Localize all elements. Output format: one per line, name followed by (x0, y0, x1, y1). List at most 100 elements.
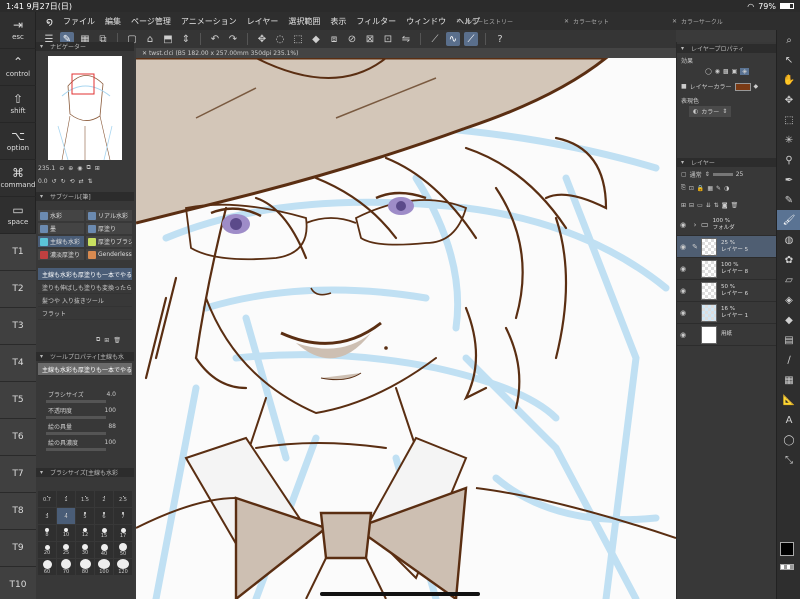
fit-icon[interactable]: ◉ (77, 165, 82, 172)
brush-size-option[interactable]: 40 (95, 542, 113, 558)
new-folder-icon[interactable]: ▭ (697, 202, 703, 209)
brush-size-option[interactable]: 2 (95, 491, 113, 507)
ruler-tool-icon[interactable]: 📐 (777, 390, 800, 410)
list-item[interactable]: 塗りも伸ばしも塗りも変換ったら (38, 281, 132, 294)
brush-size-option[interactable]: 2.5 (114, 491, 132, 507)
layer-row-6[interactable]: ◉ 50 % レイヤー 6 (677, 280, 777, 302)
subtool-header[interactable]: サブツール[筆] (36, 192, 134, 201)
paint-amount-row[interactable]: 絵の具量 88 (38, 420, 132, 432)
brush-size-option[interactable]: 25 (57, 542, 75, 558)
undo-icon[interactable]: ↶ (208, 32, 222, 46)
lasso-icon[interactable]: ◌ (273, 32, 287, 46)
brush-size-option[interactable]: 80 (76, 559, 94, 575)
t8-key[interactable]: T8 (0, 493, 36, 530)
text-tool-icon[interactable]: A (777, 410, 800, 430)
brush-size-option[interactable]: 0.7 (38, 491, 56, 507)
fill-icon[interactable]: ◆ (309, 32, 323, 46)
pen-tool-icon[interactable]: ✒ (777, 170, 800, 190)
brush-size-option[interactable]: 1.5 (76, 491, 94, 507)
reset-view-icon[interactable]: ⧉ (87, 164, 91, 172)
paint-density-slider[interactable] (46, 448, 106, 451)
t7-key[interactable]: T7 (0, 456, 36, 493)
paint-amount-value[interactable]: 88 (108, 423, 132, 430)
brush-size-option[interactable]: 60 (38, 559, 56, 575)
t5-key[interactable]: T5 (0, 382, 36, 419)
subtool-main-line[interactable]: 主線も水彩 (38, 236, 84, 247)
list-item[interactable]: 髪つや 入り抜きツール (38, 294, 132, 307)
crop-icon[interactable]: ⊡ (381, 32, 395, 46)
close-icon[interactable]: ✕ (564, 18, 569, 25)
app-logo-icon[interactable]: ໑ (46, 15, 53, 28)
close-icon[interactable]: ✕ (672, 18, 677, 25)
invert-selection-icon[interactable]: ⊠ (363, 32, 377, 46)
effect-dot-icon[interactable]: ◉ (715, 68, 720, 75)
fill-bucket-icon[interactable]: ◆ (754, 83, 759, 90)
esc-key[interactable]: ⇥ esc (0, 12, 36, 49)
blend-tool-icon[interactable]: ◈ (777, 290, 800, 310)
layer-trash-icon[interactable]: 🗑 (731, 202, 739, 209)
eye-icon[interactable]: ◉ (677, 331, 689, 339)
brush-size-option[interactable]: 10 (57, 525, 75, 541)
blend-mode-select[interactable]: 通常 (690, 170, 702, 179)
decoration-tool-icon[interactable]: ✿ (777, 250, 800, 270)
operation-tool-icon[interactable]: ↖ (777, 50, 800, 70)
close-icon[interactable]: ✕ (142, 50, 147, 57)
transparent-color-swatch[interactable] (780, 564, 794, 570)
effect-border-icon[interactable]: ▣ (732, 68, 738, 75)
fill-tool-icon[interactable]: ◆ (777, 310, 800, 330)
menu-filter[interactable]: フィルター (356, 16, 396, 27)
drawing-canvas[interactable] (136, 58, 676, 599)
menu-animation[interactable]: アニメーション (181, 16, 237, 27)
paint-density-row[interactable]: 絵の具濃度 100 (38, 436, 132, 448)
brush-size-option[interactable]: 15 (95, 525, 113, 541)
transform-icon[interactable]: ⧈ (327, 32, 341, 46)
tab-color-set[interactable]: カラーセット (573, 17, 609, 26)
expression-color-select[interactable]: ◐ カラー ⇕ (689, 106, 732, 117)
brush-size-option[interactable]: 8 (38, 525, 56, 541)
stroke-taper-icon[interactable]: ⟋ (464, 32, 478, 46)
new-vector-layer-icon[interactable]: ⊟ (689, 202, 694, 209)
tab-color-circle[interactable]: カラーサークル (681, 17, 723, 26)
space-key[interactable]: ▭ space (0, 197, 36, 234)
subtool-ink[interactable]: 墨 (38, 223, 84, 234)
tool-property-header[interactable]: ツールプロパティ[主線も水 (36, 352, 134, 361)
save-icon[interactable]: ⬒ (161, 32, 175, 46)
subtool-thick-paint[interactable]: 厚塗り (86, 223, 132, 234)
clip-icon[interactable]: ⎘ (681, 184, 686, 192)
eye-icon[interactable]: ◉ (677, 287, 689, 295)
brush-size-option[interactable]: 7 (114, 508, 132, 524)
zoom-in-icon[interactable]: ⊕ (68, 165, 73, 172)
brush-size-header[interactable]: ブラシサイズ[主線も水彩 (36, 468, 134, 477)
brush-size-option[interactable]: 12 (76, 525, 94, 541)
stroke-smooth-icon[interactable]: ∿ (446, 32, 460, 46)
t10-key[interactable]: T10 (0, 567, 36, 599)
draft-icon[interactable]: ✎ (716, 185, 721, 192)
t1-key[interactable]: T1 (0, 234, 36, 271)
layer-panel-header[interactable]: レイヤー (677, 158, 777, 167)
layer-property-header[interactable]: レイヤープロパティ (677, 44, 777, 53)
effect-extract-icon[interactable]: ◈ (740, 68, 749, 75)
deselect-icon[interactable]: ⊘ (345, 32, 359, 46)
rotate-reset-icon[interactable]: ⟲ (70, 178, 75, 185)
eraser-tool-icon[interactable]: ▱ (777, 270, 800, 290)
brush-size-option[interactable]: 17 (114, 525, 132, 541)
list-item[interactable]: 主線も水彩も厚塗りも一本でやる (38, 268, 132, 281)
export-icon[interactable]: ⇕ (179, 32, 193, 46)
fit-width-icon[interactable]: ⊞ (95, 165, 100, 172)
rotate-right-icon[interactable]: ↻ (61, 178, 66, 185)
effect-circle-icon[interactable]: ◯ (705, 68, 712, 75)
zoom-tool-icon[interactable]: ⌕ (777, 30, 800, 50)
brush-size-option[interactable]: 1 (57, 491, 75, 507)
effect-tone-icon[interactable]: ▩ (723, 68, 729, 75)
figure-tool-icon[interactable]: ∕ (777, 350, 800, 370)
navigator-header[interactable]: ナビゲーター (36, 42, 134, 51)
brush-size-option[interactable]: 70 (57, 559, 75, 575)
open-file-icon[interactable]: ⌂ (143, 32, 157, 46)
menu-layer[interactable]: レイヤー (247, 16, 279, 27)
subtool-watercolor[interactable]: 水彩 (38, 210, 84, 221)
subtool-genderless[interactable]: Genderless (86, 249, 132, 260)
close-icon[interactable]: ✕ (456, 18, 461, 25)
correct-line-tool-icon[interactable]: ⤡ (777, 450, 800, 470)
t9-key[interactable]: T9 (0, 530, 36, 567)
subtool-real-watercolor[interactable]: リアル水彩 (86, 210, 132, 221)
